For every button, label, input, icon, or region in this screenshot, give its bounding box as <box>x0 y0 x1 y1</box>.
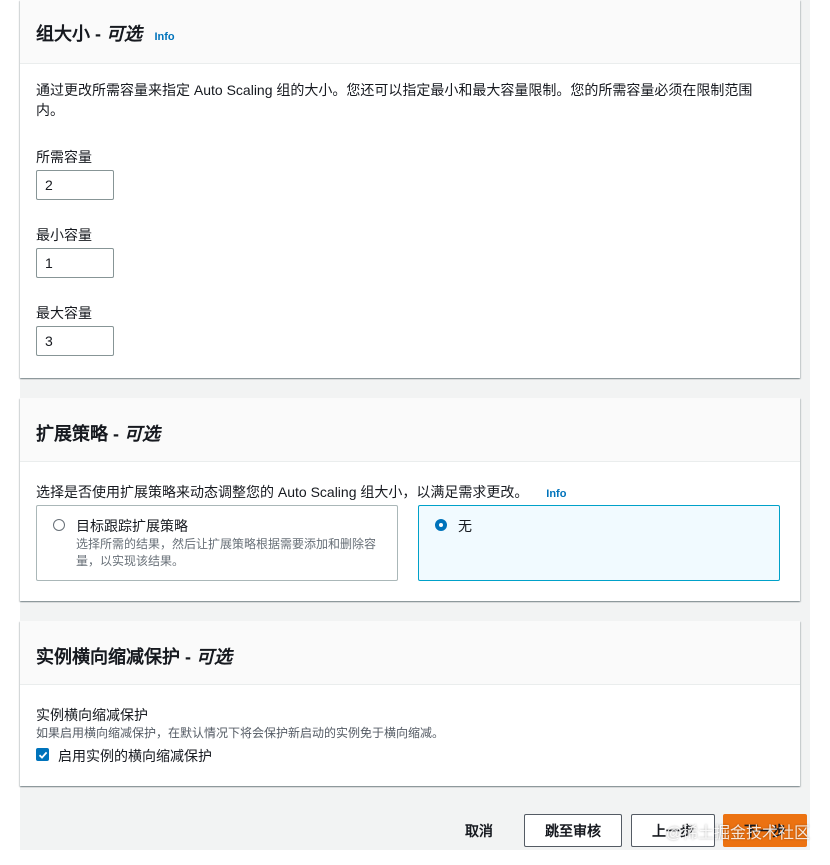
scaling-policy-description: 选择是否使用扩展策略来动态调整您的 Auto Scaling 组大小，以满足需求… <box>36 484 567 500</box>
target-tracking-description: 选择所需的结果，然后让扩展策略根据需要添加和删除容量，以实现该结果。 <box>76 537 377 568</box>
scale-in-protection-title: 实例横向缩减保护 - 可选 <box>36 647 232 667</box>
scale-in-protection-checkbox-label: 启用实例的横向缩减保护 <box>58 748 212 764</box>
group-size-info-link[interactable]: Info <box>154 31 174 43</box>
min-capacity-input[interactable] <box>36 248 114 278</box>
scaling-policy-panel: 扩展策略 - 可选 选择是否使用扩展策略来动态调整您的 Auto Scaling… <box>20 398 800 601</box>
target-tracking-radio[interactable] <box>53 519 65 531</box>
group-size-description: 通过更改所需容量来指定 Auto Scaling 组的大小。您还可以指定最小和最… <box>36 82 753 118</box>
desired-capacity-input[interactable] <box>36 170 114 200</box>
target-tracking-label: 目标跟踪扩展策略 <box>76 518 188 534</box>
scaling-policy-title: 扩展策略 - 可选 <box>36 424 160 444</box>
scaling-policy-header: 扩展策略 - 可选 <box>20 398 800 462</box>
scale-in-protection-panel: 实例横向缩减保护 - 可选 实例横向缩减保护 如果启用横向缩减保护，在默认情况下… <box>20 621 800 786</box>
target-tracking-option[interactable]: 目标跟踪扩展策略 选择所需的结果，然后让扩展策略根据需要添加和删除容量，以实现该… <box>36 505 398 581</box>
max-capacity-input[interactable] <box>36 326 114 356</box>
group-size-header: 组大小 - 可选 Info <box>20 0 800 64</box>
page-canvas: 组大小 - 可选 Info 通过更改所需容量来指定 Auto Scaling 组… <box>20 0 810 850</box>
group-size-title: 组大小 - 可选 <box>36 24 142 44</box>
watermark-text: @稀土掘金技术社区 <box>665 825 810 842</box>
max-capacity-label: 最大容量 <box>36 305 92 321</box>
checkmark-icon <box>38 751 47 759</box>
min-capacity-label: 最小容量 <box>36 227 92 243</box>
scaling-policy-info-link[interactable]: Info <box>546 488 566 500</box>
desired-capacity-label: 所需容量 <box>36 149 92 165</box>
none-radio[interactable] <box>435 519 447 531</box>
group-size-panel: 组大小 - 可选 Info 通过更改所需容量来指定 Auto Scaling 组… <box>20 0 800 378</box>
scale-in-protection-description: 如果启用横向缩减保护，在默认情况下将会保护新启动的实例免于横向缩减。 <box>36 726 445 740</box>
scale-in-protection-checkbox[interactable] <box>36 748 49 761</box>
scale-in-protection-label: 实例横向缩减保护 <box>36 707 148 723</box>
skip-to-review-button[interactable]: 跳至审核 <box>524 814 622 847</box>
none-option[interactable]: 无 <box>418 505 780 581</box>
none-label: 无 <box>458 518 472 534</box>
scale-in-protection-header: 实例横向缩减保护 - 可选 <box>20 621 800 685</box>
cancel-button[interactable]: 取消 <box>450 814 508 847</box>
